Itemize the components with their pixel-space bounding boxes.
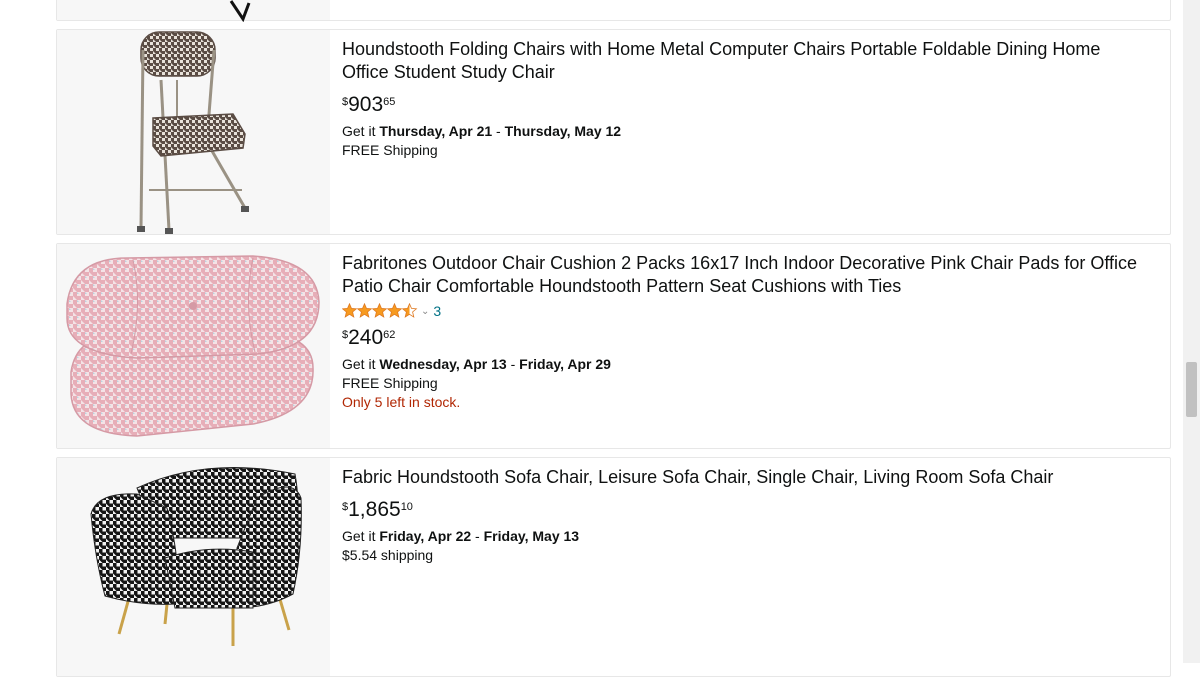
delivery-prefix: Get it xyxy=(342,356,380,372)
delivery-prefix: Get it xyxy=(342,528,380,544)
product-info: Houndstooth Folding Chairs with Home Met… xyxy=(342,30,1150,160)
rating-row[interactable]: ⌄ 3 xyxy=(342,301,1150,321)
star-rating-icon xyxy=(342,303,418,319)
stock-warning: Only 5 left in stock. xyxy=(342,394,461,410)
chair-cushions-image xyxy=(66,255,320,437)
scrollbar-thumb[interactable] xyxy=(1186,362,1197,417)
delivery-start: Thursday, Apr 21 xyxy=(379,123,493,139)
shipping-info: FREE Shipping xyxy=(342,375,438,391)
price-fraction: 65 xyxy=(383,96,396,108)
price-whole: 903 xyxy=(348,93,384,116)
product-price[interactable]: $ 903 65 xyxy=(342,92,1150,118)
chevron-down-icon[interactable]: ⌄ xyxy=(421,306,429,317)
product-image-previous[interactable] xyxy=(57,0,330,23)
price-fraction: 10 xyxy=(400,501,413,513)
delivery-start: Wednesday, Apr 13 xyxy=(379,356,507,372)
product-card: Houndstooth Folding Chairs with Home Met… xyxy=(56,29,1171,235)
delivery-start: Friday, Apr 22 xyxy=(379,528,472,544)
price-whole: 1,865 xyxy=(348,498,401,521)
product-info: Fabric Houndstooth Sofa Chair, Leisure S… xyxy=(342,458,1150,565)
rating-count-link[interactable]: 3 xyxy=(433,303,441,319)
delivery-info: Get it Friday, Apr 22 - Friday, May 13 xyxy=(342,527,1150,546)
product-card: Fabritones Outdoor Chair Cushion 2 Packs… xyxy=(56,243,1171,449)
product-title-link[interactable]: Fabritones Outdoor Chair Cushion 2 Packs… xyxy=(342,252,1150,298)
product-price[interactable]: $ 240 62 xyxy=(342,325,1150,351)
scrollbar[interactable] xyxy=(1183,0,1200,663)
shipping-info: FREE Shipping xyxy=(342,142,438,158)
product-price[interactable]: $ 1,865 10 xyxy=(342,497,1150,523)
delivery-end: Friday, May 13 xyxy=(483,528,580,544)
delivery-separator: - xyxy=(471,528,484,544)
delivery-separator: - xyxy=(506,356,520,372)
product-card-previous xyxy=(56,0,1171,23)
delivery-info: Get it Thursday, Apr 21 - Thursday, May … xyxy=(342,122,1150,141)
product-info: Fabritones Outdoor Chair Cushion 2 Packs… xyxy=(342,244,1150,412)
delivery-separator: - xyxy=(492,123,505,139)
delivery-end: Friday, Apr 29 xyxy=(519,356,611,372)
previous-product-image xyxy=(229,0,251,23)
product-card: Fabric Houndstooth Sofa Chair, Leisure S… xyxy=(56,457,1171,677)
sofa-chair-image xyxy=(90,467,302,646)
product-image-link[interactable] xyxy=(57,458,330,676)
delivery-end: Thursday, May 12 xyxy=(504,123,622,139)
product-image-link[interactable] xyxy=(57,30,330,234)
product-title-link[interactable]: Houndstooth Folding Chairs with Home Met… xyxy=(342,38,1150,84)
folding-chair-image xyxy=(137,31,249,234)
delivery-info: Get it Wednesday, Apr 13 - Friday, Apr 2… xyxy=(342,355,1150,374)
product-image-link[interactable] xyxy=(57,244,330,448)
price-whole: 240 xyxy=(348,326,384,349)
delivery-prefix: Get it xyxy=(342,123,380,139)
product-title-link[interactable]: Fabric Houndstooth Sofa Chair, Leisure S… xyxy=(342,466,1150,489)
price-fraction: 62 xyxy=(383,329,396,341)
shipping-info: $5.54 shipping xyxy=(342,547,434,563)
